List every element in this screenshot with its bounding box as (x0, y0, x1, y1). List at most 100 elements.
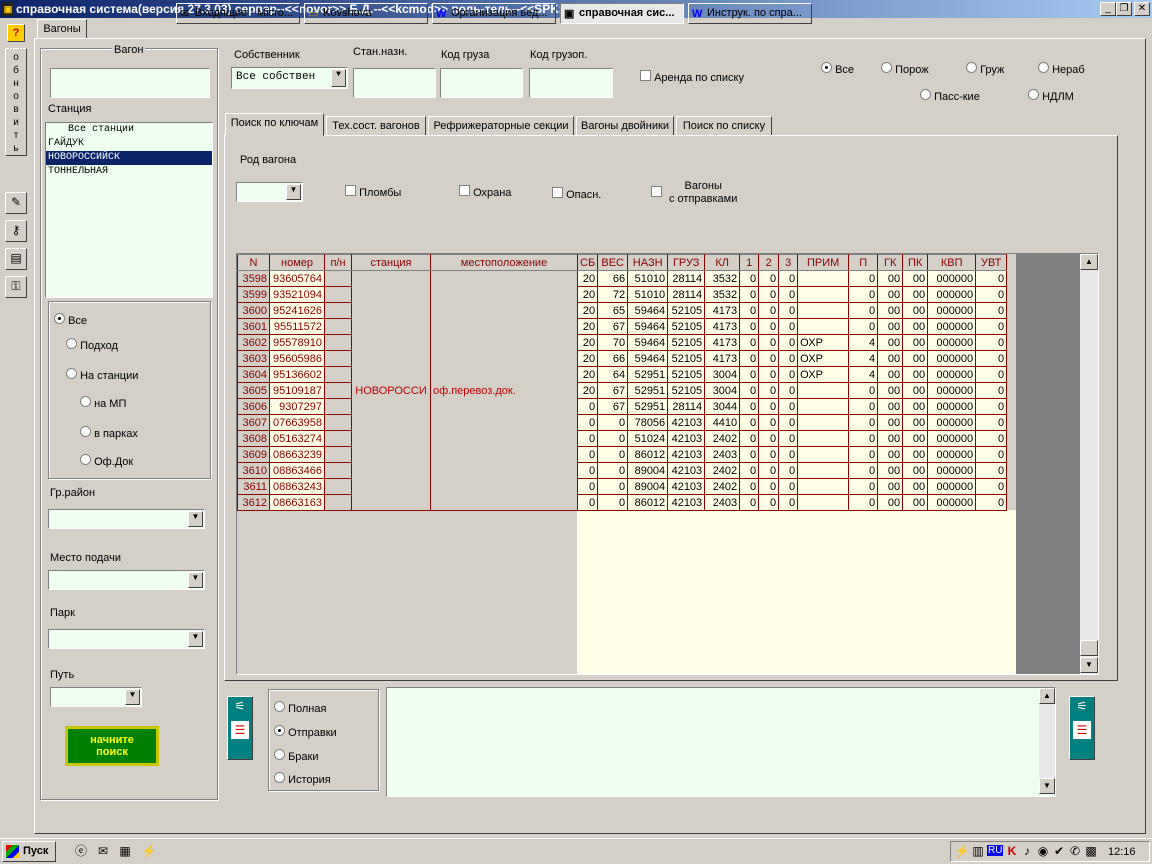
tray-icon[interactable]: ⚡ (954, 842, 970, 860)
mesto-select[interactable]: ▼ (48, 570, 205, 590)
lock-button[interactable]: ⚿ (5, 276, 27, 298)
chevron-down-icon[interactable]: ▼ (286, 184, 301, 200)
outlook-icon[interactable]: ✉ (94, 842, 112, 860)
col-header[interactable]: НАЗН (627, 254, 669, 271)
desktop-icon[interactable]: ▦ (116, 842, 134, 860)
col-header[interactable]: УВТ (975, 254, 1008, 271)
col-header[interactable]: 3 (778, 254, 799, 271)
scroll-up-icon[interactable]: ▲ (1039, 688, 1055, 704)
search-button[interactable]: начните поиск (65, 726, 159, 766)
radio-vse[interactable]: Все (821, 62, 854, 76)
task-word2[interactable]: W Инструк. по спра... (688, 3, 812, 24)
eraser-button[interactable]: ✎ (5, 192, 27, 214)
col-header[interactable]: ПРИМ (797, 254, 850, 271)
scroll-up-icon[interactable]: ▲ (1080, 254, 1098, 270)
opasn-checkbox[interactable]: Опасн. (552, 187, 601, 201)
grid-scrollbar[interactable]: ▲ ▼ (1080, 254, 1098, 674)
scroll-down-icon[interactable]: ▼ (1080, 657, 1098, 673)
plomby-checkbox[interactable]: Пломбы (345, 185, 401, 199)
chevron-down-icon[interactable]: ▼ (188, 511, 203, 527)
tab-teh-sost[interactable]: Тех.сост. вагонов (326, 116, 426, 136)
ohrana-checkbox[interactable]: Охрана (459, 185, 511, 199)
chevron-down-icon[interactable]: ▼ (331, 69, 346, 87)
radio-gruzh[interactable]: Груж (966, 62, 1004, 76)
tab-refrizh[interactable]: Рефрижераторные секции (428, 116, 574, 136)
station-list[interactable]: Все станции ГАЙДУК НОВОРОССИЙСК ТОННЕЛЬН… (45, 122, 213, 298)
radio-na-mp[interactable]: на МП (80, 396, 126, 410)
radio-v-parkah[interactable]: в парках (80, 426, 138, 440)
radio-na-stancii[interactable]: На станции (66, 368, 138, 382)
detail-textarea[interactable]: ▲ ▼ (386, 687, 1056, 797)
stan-input[interactable] (353, 68, 436, 98)
col-header[interactable]: 2 (758, 254, 780, 271)
radio-nerab[interactable]: Нераб (1038, 62, 1085, 76)
col-header[interactable]: ПК (902, 254, 929, 271)
chevron-down-icon[interactable]: ▼ (188, 631, 203, 647)
task-inbox[interactable]: ✉ Входящие - Micro... (176, 3, 300, 24)
col-header[interactable]: КВП (927, 254, 977, 271)
task-word1[interactable]: W Организация вед... (432, 3, 556, 24)
radio-of-dok[interactable]: Оф.Док (80, 454, 133, 468)
gr-raion-select[interactable]: ▼ (48, 509, 205, 529)
volume-icon[interactable]: ♪ (1020, 842, 1034, 860)
col-header[interactable]: ГК (877, 254, 904, 271)
maximize-button[interactable]: ❐ (1116, 2, 1132, 16)
tray-icon[interactable]: ✆ (1068, 842, 1082, 860)
refresh-button[interactable]: о б н о в и т ь (5, 48, 27, 156)
col-header[interactable]: п/н (324, 254, 352, 271)
help-button[interactable]: ? (7, 24, 25, 42)
kod-gruza-input[interactable] (440, 68, 523, 98)
scroll-down-icon[interactable]: ▼ (1039, 778, 1055, 794)
vagony-checkbox[interactable] (651, 186, 662, 200)
radio-istoriya[interactable]: История (274, 772, 331, 786)
wagon-input[interactable] (50, 68, 210, 98)
print-button[interactable]: ▤ (5, 248, 27, 270)
col-header[interactable]: местоположение (430, 254, 578, 271)
col-header[interactable]: 1 (739, 254, 760, 271)
task-folder[interactable]: ▭ Kovshova (304, 3, 428, 24)
antivirus-icon[interactable]: K (1005, 842, 1019, 860)
col-header[interactable]: ГРУЗ (667, 254, 706, 271)
radio-pass[interactable]: Пасс-кие (920, 89, 980, 103)
col-header[interactable]: N (237, 254, 270, 271)
list-item[interactable]: ГАЙДУК (46, 137, 212, 151)
radio-braki[interactable]: Браки (274, 749, 318, 763)
kod-gruzop-input[interactable] (529, 68, 613, 98)
chevron-down-icon[interactable]: ▼ (125, 689, 140, 705)
scroll-thumb[interactable] (1080, 640, 1098, 656)
arenda-checkbox[interactable]: Аренда по списку (640, 70, 744, 84)
radio-all[interactable]: Все (54, 313, 87, 327)
owner-select[interactable]: Все собствен ▼ (231, 67, 348, 89)
list-item-selected[interactable]: НОВОРОССИЙСК (46, 151, 212, 165)
radio-podhod[interactable]: Подход (66, 338, 118, 352)
tray-icon[interactable]: ✔ (1052, 842, 1066, 860)
col-header[interactable]: станция (351, 254, 431, 271)
col-header[interactable]: П (848, 254, 879, 271)
list-item[interactable]: Все станции (46, 123, 212, 137)
chevron-down-icon[interactable]: ▼ (188, 572, 203, 588)
col-header[interactable]: КЛ (704, 254, 741, 271)
tab-po-spisku[interactable]: Поиск по списку (676, 116, 772, 136)
col-header[interactable]: номер (269, 254, 325, 271)
detail-scrollbar[interactable]: ▲ ▼ (1039, 688, 1055, 794)
close-button[interactable]: ✕ (1134, 2, 1150, 16)
tray-icon[interactable]: ◉ (1036, 842, 1050, 860)
put-select[interactable]: ▼ (50, 687, 142, 707)
park-select[interactable]: ▼ (48, 629, 205, 649)
tab-poisk-po-klyucham[interactable]: Поиск по ключам (225, 113, 324, 136)
col-header[interactable]: ВЕС (597, 254, 629, 271)
table-row[interactable]: 3598 93605764 НОВОРОССИ оф.перевоз.док. 20 66… (237, 270, 1008, 511)
start-button[interactable]: Пуск (2, 841, 56, 862)
radio-polnaya[interactable]: Полная (274, 701, 326, 715)
radio-porozh[interactable]: Порож (881, 62, 929, 76)
radio-otpravki[interactable]: Отправки (274, 725, 337, 739)
quicklaunch-icon[interactable]: ⚡ (140, 842, 158, 860)
radio-ndlm[interactable]: НДЛМ (1028, 89, 1074, 103)
list-item[interactable]: ТОННЕЛЬНАЯ (46, 165, 212, 179)
lang-indicator[interactable]: RU (987, 845, 1004, 856)
network-icon[interactable]: ▥ (970, 842, 986, 860)
minimize-button[interactable]: _ (1100, 2, 1116, 16)
export-button[interactable]: ⚟ ☰ (227, 696, 253, 760)
rod-select[interactable]: ▼ (236, 182, 303, 202)
col-header[interactable]: СБ (576, 254, 599, 271)
